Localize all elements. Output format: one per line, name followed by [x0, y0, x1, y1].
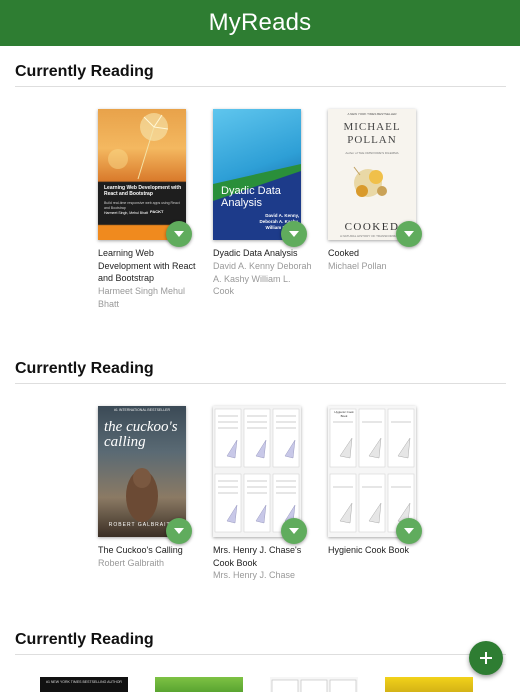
triangle-down-icon: [404, 528, 414, 534]
cover-tagline: A NEW YORK TIMES BESTSELLER: [347, 112, 397, 116]
page-scan-pattern: [271, 679, 357, 692]
publisher-logo: PACKT: [150, 209, 164, 214]
cover-byline: Author of THE OMNIVORE'S DILEMMA: [345, 151, 399, 155]
shelf-title: Currently Reading: [15, 631, 154, 648]
triangle-down-icon: [289, 231, 299, 237]
triangle-down-icon: [289, 528, 299, 534]
book-cover[interactable]: [155, 677, 243, 692]
book-cover[interactable]: [270, 677, 358, 692]
book-cover[interactable]: Learning Web Development with React and …: [98, 109, 186, 240]
cover-title: Dyadic Data Analysis: [221, 185, 281, 209]
cover-author: MICHAEL POLLAN: [343, 121, 401, 146]
triangle-down-icon: [404, 231, 414, 237]
shelf-divider: [15, 86, 506, 87]
shelf-changer-button[interactable]: [166, 518, 192, 544]
dandelion-illustration: [108, 113, 169, 180]
cover-title: the cuckoo's calling: [104, 419, 178, 450]
shelf-divider: [15, 383, 506, 384]
book-cover[interactable]: Dyadic Data Analysis David A. Kenny, Deb…: [213, 109, 301, 240]
figure-illustration: [126, 468, 158, 522]
book-title: Learning Web Development with React and …: [98, 248, 196, 283]
shelf-changer-button[interactable]: [396, 518, 422, 544]
shelf-title: Currently Reading: [15, 63, 154, 80]
shelf-currently-reading-2: Currently Reading #1 INTERNATIONAL BESTS…: [0, 360, 520, 590]
book-cover[interactable]: #1 INTERNATIONAL BESTSELLER the cuckoo's…: [98, 406, 186, 537]
cover-authors: Harmeet Singh, Mehul Bhatt: [104, 211, 148, 215]
shelf-divider: [15, 654, 506, 655]
book-cover[interactable]: #1 NEW YORK TIMES BESTSELLING AUTHOR: [40, 677, 128, 692]
book-item: Learning Web Development with React and …: [98, 109, 198, 309]
book-authors: Harmeet Singh Mehul Bhatt: [98, 286, 186, 309]
book-item: Hygienic Cook Book Hygienic Cook Book: [328, 406, 428, 586]
book-cover[interactable]: Hygienic Cook Book: [328, 406, 416, 537]
shelf-changer-button[interactable]: [396, 221, 422, 247]
cover-label: Hygienic Cook Book: [334, 410, 354, 418]
book-item: Mrs. Henry J. Chase's Cook Book Mrs. Hen…: [213, 406, 313, 586]
book-item: Dyadic Data Analysis David A. Kenny, Deb…: [213, 109, 313, 309]
book-item: #1 INTERNATIONAL BESTSELLER the cuckoo's…: [98, 406, 198, 586]
book-title: The Cuckoo's Calling: [98, 545, 183, 555]
cooking-illustration: [353, 166, 387, 197]
book-title: Dyadic Data Analysis: [213, 248, 298, 258]
cover-tagline: #1 INTERNATIONAL BESTSELLER: [113, 408, 171, 412]
book-title: Hygienic Cook Book: [328, 545, 410, 555]
app-header: MyReads: [0, 0, 520, 46]
triangle-down-icon: [174, 231, 184, 237]
cover-tagline: #1 NEW YORK TIMES BESTSELLING AUTHOR: [46, 680, 122, 684]
book-title: Cooked: [328, 248, 360, 258]
shelf-title: Currently Reading: [15, 360, 154, 377]
book-authors: David A. Kenny Deborah A. Kashy William …: [213, 261, 312, 296]
app-title: MyReads: [208, 9, 312, 36]
shelf-currently-reading-1: Currently Reading Learning Web Developme…: [0, 63, 520, 313]
book-authors: Robert Galbraith: [98, 558, 165, 568]
triangle-down-icon: [174, 528, 184, 534]
page-scan-pattern: [214, 408, 300, 533]
shelf-changer-button[interactable]: [281, 221, 307, 247]
shelf-currently-reading-3: Currently Reading #1 NEW YORK TIMES BEST…: [0, 631, 520, 692]
book-authors: Mrs. Henry J. Chase: [213, 570, 296, 580]
page-scan-pattern: [329, 408, 415, 533]
cover-heading: Learning Web Development with React and …: [104, 185, 182, 197]
book-cover[interactable]: A NEW YORK TIMES BESTSELLER MICHAEL POLL…: [328, 109, 416, 240]
shelf-changer-button[interactable]: [281, 518, 307, 544]
shelf-changer-button[interactable]: [166, 221, 192, 247]
book-authors: Michael Pollan: [328, 261, 387, 271]
book-item: A NEW YORK TIMES BESTSELLER MICHAEL POLL…: [328, 109, 428, 309]
cover-blurb: Build real-time responsive web apps usin…: [104, 201, 180, 210]
plus-icon: [480, 652, 492, 664]
book-cover[interactable]: [213, 406, 301, 537]
add-book-button[interactable]: [469, 641, 503, 675]
book-title: Mrs. Henry J. Chase's Cook Book: [213, 545, 302, 568]
book-cover[interactable]: [385, 677, 473, 692]
